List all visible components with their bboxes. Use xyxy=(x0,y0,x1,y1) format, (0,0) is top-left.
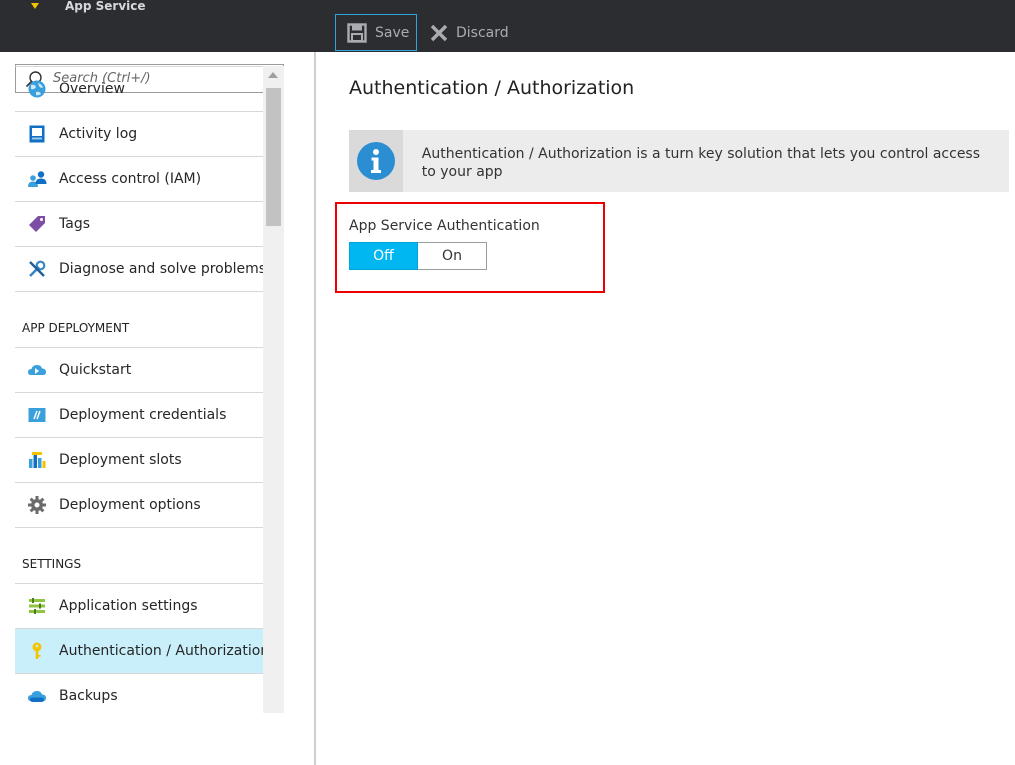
activity-log-icon xyxy=(27,124,47,144)
sidebar-item-label: Access control (IAM) xyxy=(59,171,202,187)
save-label: Save xyxy=(375,24,410,41)
discard-label: Discard xyxy=(456,24,509,41)
sidebar-item-access-control[interactable]: Access control (IAM) xyxy=(15,157,263,202)
sidebar-item-tags[interactable]: Tags xyxy=(15,202,263,247)
sidebar-item-deployment-slots[interactable]: Deployment slots xyxy=(15,438,263,483)
section-header-settings: SETTINGS xyxy=(15,528,263,584)
sidebar-item-label: Deployment options xyxy=(59,497,201,513)
scroll-up-arrow-icon[interactable] xyxy=(268,72,278,78)
app-service-key-icon xyxy=(28,0,42,9)
sidebar-item-quickstart[interactable]: Quickstart xyxy=(15,348,263,393)
sidebar-item-diagnose[interactable]: Diagnose and solve problems xyxy=(15,247,263,292)
tag-icon xyxy=(27,214,47,234)
sidebar-item-deployment-credentials[interactable]: Deployment credentials xyxy=(15,393,263,438)
save-icon xyxy=(347,22,367,43)
page-title: Authentication / Authorization xyxy=(349,77,635,99)
section-header-app-deployment: APP DEPLOYMENT xyxy=(15,292,263,348)
gear-icon xyxy=(27,495,47,515)
sidebar-item-label: Deployment credentials xyxy=(59,407,227,423)
app-title: App Service xyxy=(65,0,146,13)
sidebar-item-label: Quickstart xyxy=(59,362,132,378)
wrench-icon xyxy=(27,259,47,279)
sidebar-item-backups[interactable]: Backups xyxy=(15,674,263,713)
backup-cloud-icon xyxy=(27,686,47,706)
sidebar-item-label: Backups xyxy=(59,688,118,704)
toggle-off-option[interactable]: Off xyxy=(349,242,418,270)
sidebar-menu: Overview Activity log Access control (IA… xyxy=(15,66,263,713)
settings-list-icon xyxy=(27,596,47,616)
top-bar: App Service Save Discard xyxy=(0,0,1015,52)
sidebar-item-label: Deployment slots xyxy=(59,452,182,468)
sidebar-item-label: Authentication / Authorization xyxy=(59,643,263,659)
discard-button[interactable]: Discard xyxy=(424,14,509,51)
info-text: Authentication / Authorization is a turn… xyxy=(421,146,981,180)
key-icon xyxy=(27,641,47,661)
info-icon xyxy=(356,142,395,180)
save-button[interactable]: Save xyxy=(335,14,417,51)
slots-icon xyxy=(27,450,47,470)
globe-icon xyxy=(27,79,47,99)
close-icon xyxy=(430,24,448,41)
info-banner: Authentication / Authorization is a turn… xyxy=(349,130,1009,192)
sidebar-item-authentication[interactable]: Authentication / Authorization xyxy=(15,629,263,674)
sidebar-item-label: Overview xyxy=(59,81,125,97)
sidebar-item-label: Diagnose and solve problems xyxy=(59,261,263,277)
cloud-icon xyxy=(27,360,47,380)
sidebar-scrollbar[interactable] xyxy=(263,66,284,713)
sidebar-item-deployment-options[interactable]: Deployment options xyxy=(15,483,263,528)
sidebar-item-overview[interactable]: Overview xyxy=(15,67,263,112)
sidebar-item-label: Application settings xyxy=(59,598,198,614)
toggle-on-option[interactable]: On xyxy=(418,242,487,270)
credentials-icon xyxy=(27,405,47,425)
auth-toggle[interactable]: Off On xyxy=(349,242,487,270)
sidebar-item-label: Tags xyxy=(59,216,90,232)
sidebar-item-label: Activity log xyxy=(59,126,138,142)
sidebar-item-activity-log[interactable]: Activity log xyxy=(15,112,263,157)
app-service-auth-label: App Service Authentication xyxy=(349,218,540,234)
sidebar-item-application-settings[interactable]: Application settings xyxy=(15,584,263,629)
scrollbar-thumb[interactable] xyxy=(266,88,281,226)
info-icon-container xyxy=(349,130,403,192)
people-icon xyxy=(27,169,47,189)
